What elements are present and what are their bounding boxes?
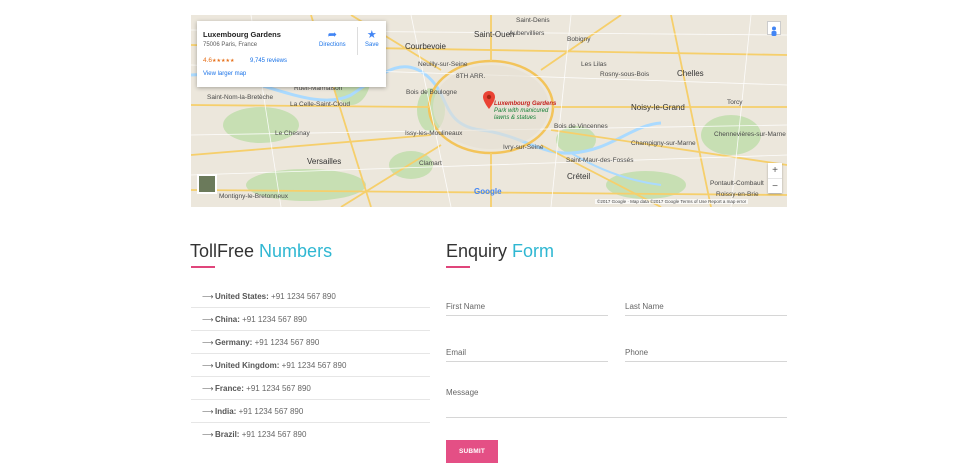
directions-icon: ➦ (327, 29, 337, 41)
place-rating: 4.6★★★★★ (203, 57, 235, 64)
map-label: Saint-Denis (516, 17, 550, 24)
map-label: Ivry-sur-Seine (503, 144, 544, 151)
map-label: Bois de Vincennes (554, 123, 608, 130)
list-item: ⟶ Brazil: +91 1234 567 890 (191, 423, 430, 446)
view-larger-map-link[interactable]: View larger map (203, 71, 246, 77)
map-label: Pontault-Combault (710, 180, 764, 187)
last-name-field (625, 294, 787, 316)
map-label: 8TH ARR. (456, 73, 486, 80)
first-name-input[interactable] (446, 299, 608, 311)
star-icon: ★ (366, 29, 377, 41)
map-label: Versailles (307, 157, 342, 166)
map-label: Chelles (677, 69, 704, 78)
map-label: Saint-Maur-des-Fossés (566, 157, 634, 164)
embedded-map[interactable]: Saint-Denis Courbevoie Saint-Ouen Auberv… (191, 15, 787, 207)
directions-button[interactable]: ➦ Directions (319, 29, 346, 48)
arrow-right-icon: ⟶ (202, 361, 214, 370)
zoom-out-button[interactable]: − (768, 178, 782, 193)
heading-underline (191, 266, 215, 268)
tollfree-list: ⟶ United States: +91 1234 567 890 ⟶ China:… (191, 285, 430, 446)
map-label: Bois de Boulogne (406, 89, 457, 96)
map-label: Roissy-en-Brie (716, 191, 759, 198)
map-attribution: ©2017 Google · Map data ©2017 Google Ter… (595, 199, 749, 204)
rating-stars-icon: ★★★★★ (212, 58, 235, 64)
arrow-right-icon: ⟶ (202, 430, 214, 439)
marker-label: Luxembourg Gardens Park with manicured l… (494, 101, 557, 121)
map-label: Créteil (567, 172, 591, 181)
zoom-control: + − (768, 163, 782, 193)
map-label: Chennevières-sur-Marne (714, 131, 786, 138)
map-label: Neuilly-sur-Seine (418, 61, 468, 68)
arrow-right-icon: ⟶ (202, 338, 214, 347)
map-label: Torcy (727, 99, 743, 106)
divider (357, 27, 358, 55)
message-field (446, 385, 787, 418)
phone-input[interactable] (625, 345, 787, 357)
save-button[interactable]: ★ Save (365, 29, 379, 48)
place-address: 75006 Paris, France (203, 42, 258, 48)
zoom-in-button[interactable]: + (768, 163, 782, 178)
list-item: ⟶ Germany: +91 1234 567 890 (191, 331, 430, 354)
arrow-right-icon: ⟶ (202, 407, 214, 416)
list-item: ⟶ India: +91 1234 567 890 (191, 400, 430, 423)
map-label: Rosny-sous-Bois (600, 71, 650, 78)
map-label: Le Chesnay (275, 130, 310, 137)
map-label: Champigny-sur-Marne (631, 140, 696, 147)
heading-underline (446, 266, 470, 268)
email-input[interactable] (446, 345, 608, 357)
submit-button[interactable]: SUBMIT (446, 440, 498, 463)
map-label: Courbevoie (405, 42, 446, 51)
email-field (446, 340, 608, 362)
street-view-pegman-icon[interactable] (767, 21, 781, 36)
phone-field (625, 340, 787, 362)
reviews-link[interactable]: 9,745 reviews (250, 58, 287, 64)
map-label: Issy-les-Moulineaux (405, 130, 463, 137)
message-input[interactable] (446, 385, 787, 406)
list-item: ⟶ France: +91 1234 567 890 (191, 377, 430, 400)
map-label: Clamart (419, 160, 442, 167)
enquiry-heading: Enquiry Form (446, 241, 555, 261)
place-title: Luxembourg Gardens (203, 30, 281, 39)
first-name-field (446, 294, 608, 316)
satellite-toggle[interactable] (197, 174, 217, 194)
map-label: La Celle-Saint-Cloud (290, 101, 350, 108)
arrow-right-icon: ⟶ (202, 292, 214, 301)
list-item: ⟶ United States: +91 1234 567 890 (191, 285, 430, 308)
list-item: ⟶ China: +91 1234 567 890 (191, 308, 430, 331)
list-item: ⟶ United Kingdom: +91 1234 567 890 (191, 354, 430, 377)
google-logo: Google (474, 187, 502, 196)
arrow-right-icon: ⟶ (202, 315, 214, 324)
map-label: Noisy-le-Grand (631, 103, 685, 112)
arrow-right-icon: ⟶ (202, 384, 214, 393)
place-info-card: Luxembourg Gardens 75006 Paris, France 4… (197, 21, 386, 87)
map-label: Saint-Nom-la-Bretèche (207, 94, 274, 101)
map-label: Bobigny (567, 36, 591, 43)
map-label: Montigny-le-Bretonneux (219, 193, 289, 200)
tollfree-heading: TollFree Numbers (190, 241, 333, 261)
map-label: Les Lilas (581, 61, 607, 68)
last-name-input[interactable] (625, 299, 787, 311)
map-label: Aubervilliers (509, 30, 545, 37)
